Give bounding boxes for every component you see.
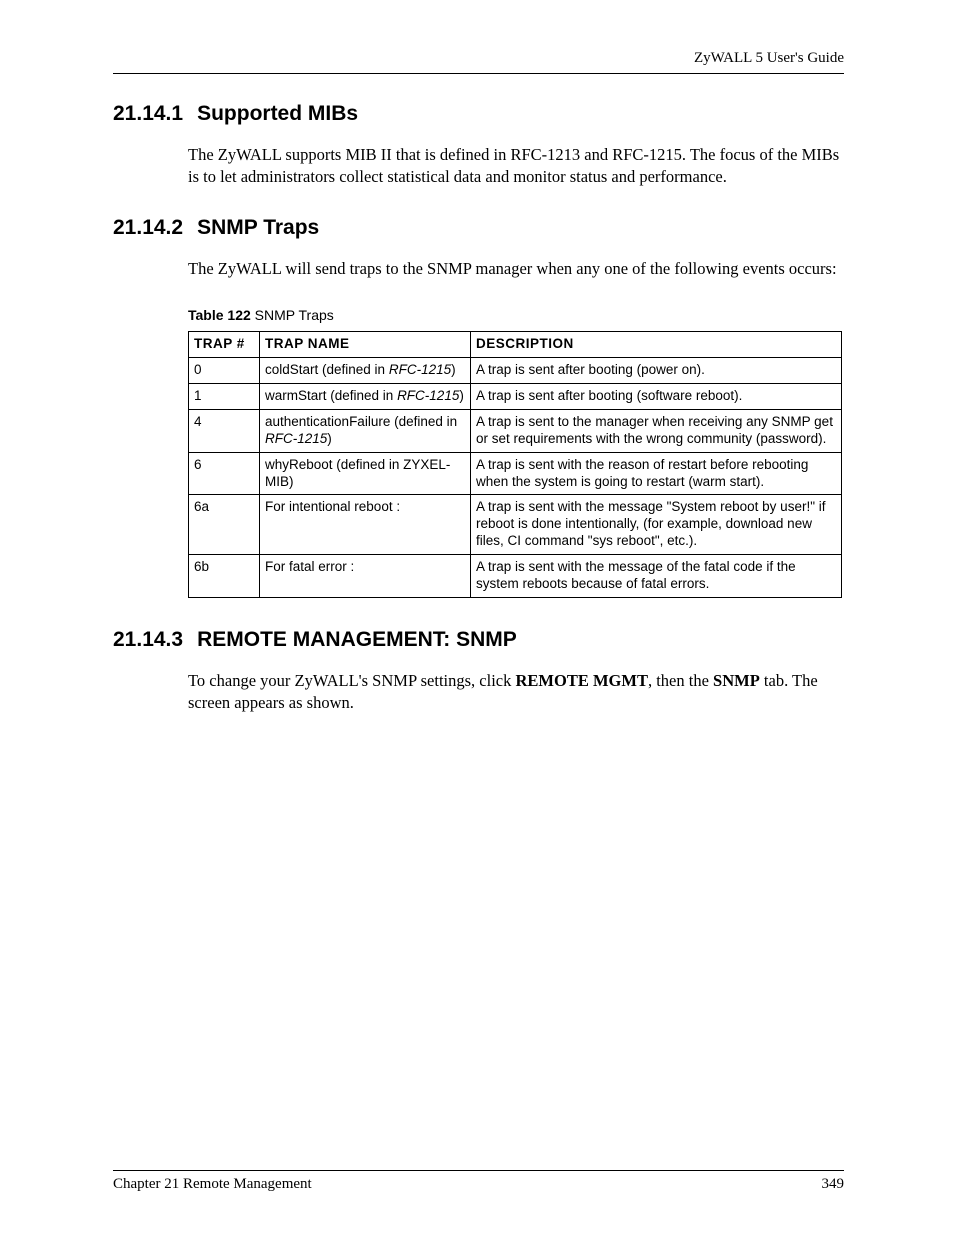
- table-row: 6 whyReboot (defined in ZYXEL-MIB) A tra…: [189, 452, 842, 495]
- cell-trap-number: 4: [189, 409, 260, 452]
- section-title: SNMP Traps: [197, 216, 319, 239]
- header-guide-title: ZyWALL 5 User's Guide: [113, 50, 844, 67]
- cell-trap-number: 0: [189, 358, 260, 384]
- section-body-2: The ZyWALL will send traps to the SNMP m…: [188, 258, 844, 280]
- table-caption-number: Table 122: [188, 307, 251, 323]
- snmp-traps-table: TRAP # TRAP NAME DESCRIPTION 0 coldStart…: [188, 331, 842, 598]
- cell-trap-name: authenticationFailure (defined in RFC-12…: [260, 409, 471, 452]
- cell-description: A trap is sent after booting (power on).: [471, 358, 842, 384]
- cell-trap-number: 6a: [189, 495, 260, 555]
- cell-description: A trap is sent with the message of the f…: [471, 555, 842, 598]
- section-title: REMOTE MANAGEMENT: SNMP: [197, 628, 517, 651]
- cell-trap-name: For fatal error :: [260, 555, 471, 598]
- table-caption-title: SNMP Traps: [251, 307, 334, 323]
- cell-description: A trap is sent with the message "System …: [471, 495, 842, 555]
- cell-description: A trap is sent with the reason of restar…: [471, 452, 842, 495]
- col-trap-name: TRAP NAME: [260, 332, 471, 358]
- cell-trap-name: whyReboot (defined in ZYXEL-MIB): [260, 452, 471, 495]
- table-row: 0 coldStart (defined in RFC-1215) A trap…: [189, 358, 842, 384]
- cell-description: A trap is sent after booting (software r…: [471, 384, 842, 410]
- cell-trap-number: 1: [189, 384, 260, 410]
- cell-trap-name: coldStart (defined in RFC-1215): [260, 358, 471, 384]
- table-row: 6b For fatal error : A trap is sent with…: [189, 555, 842, 598]
- cell-trap-name: warmStart (defined in RFC-1215): [260, 384, 471, 410]
- table-header-row: TRAP # TRAP NAME DESCRIPTION: [189, 332, 842, 358]
- table-row: 1 warmStart (defined in RFC-1215) A trap…: [189, 384, 842, 410]
- col-description: DESCRIPTION: [471, 332, 842, 358]
- section-body-3: To change your ZyWALL's SNMP settings, c…: [188, 670, 844, 714]
- footer-chapter: Chapter 21 Remote Management: [113, 1176, 312, 1193]
- footer-rule: [113, 1170, 844, 1171]
- cell-trap-number: 6b: [189, 555, 260, 598]
- col-trap-number: TRAP #: [189, 332, 260, 358]
- cell-trap-number: 6: [189, 452, 260, 495]
- section-number: 21.14.1: [113, 102, 183, 126]
- section-heading-1: 21.14.1 Supported MIBs: [113, 102, 844, 126]
- section-number: 21.14.2: [113, 216, 183, 240]
- section-heading-3: 21.14.3 REMOTE MANAGEMENT: SNMP: [113, 628, 844, 652]
- header-rule: [113, 73, 844, 74]
- section-number: 21.14.3: [113, 628, 183, 652]
- cell-trap-name: For intentional reboot :: [260, 495, 471, 555]
- page-footer: Chapter 21 Remote Management 349: [113, 1170, 844, 1193]
- table-row: 6a For intentional reboot : A trap is se…: [189, 495, 842, 555]
- table-row: 4 authenticationFailure (defined in RFC-…: [189, 409, 842, 452]
- section-title: Supported MIBs: [197, 102, 358, 125]
- cell-description: A trap is sent to the manager when recei…: [471, 409, 842, 452]
- section-body-1: The ZyWALL supports MIB II that is defin…: [188, 144, 844, 188]
- footer-page-number: 349: [822, 1176, 845, 1193]
- table-caption: Table 122 SNMP Traps: [188, 307, 844, 323]
- section-heading-2: 21.14.2 SNMP Traps: [113, 216, 844, 240]
